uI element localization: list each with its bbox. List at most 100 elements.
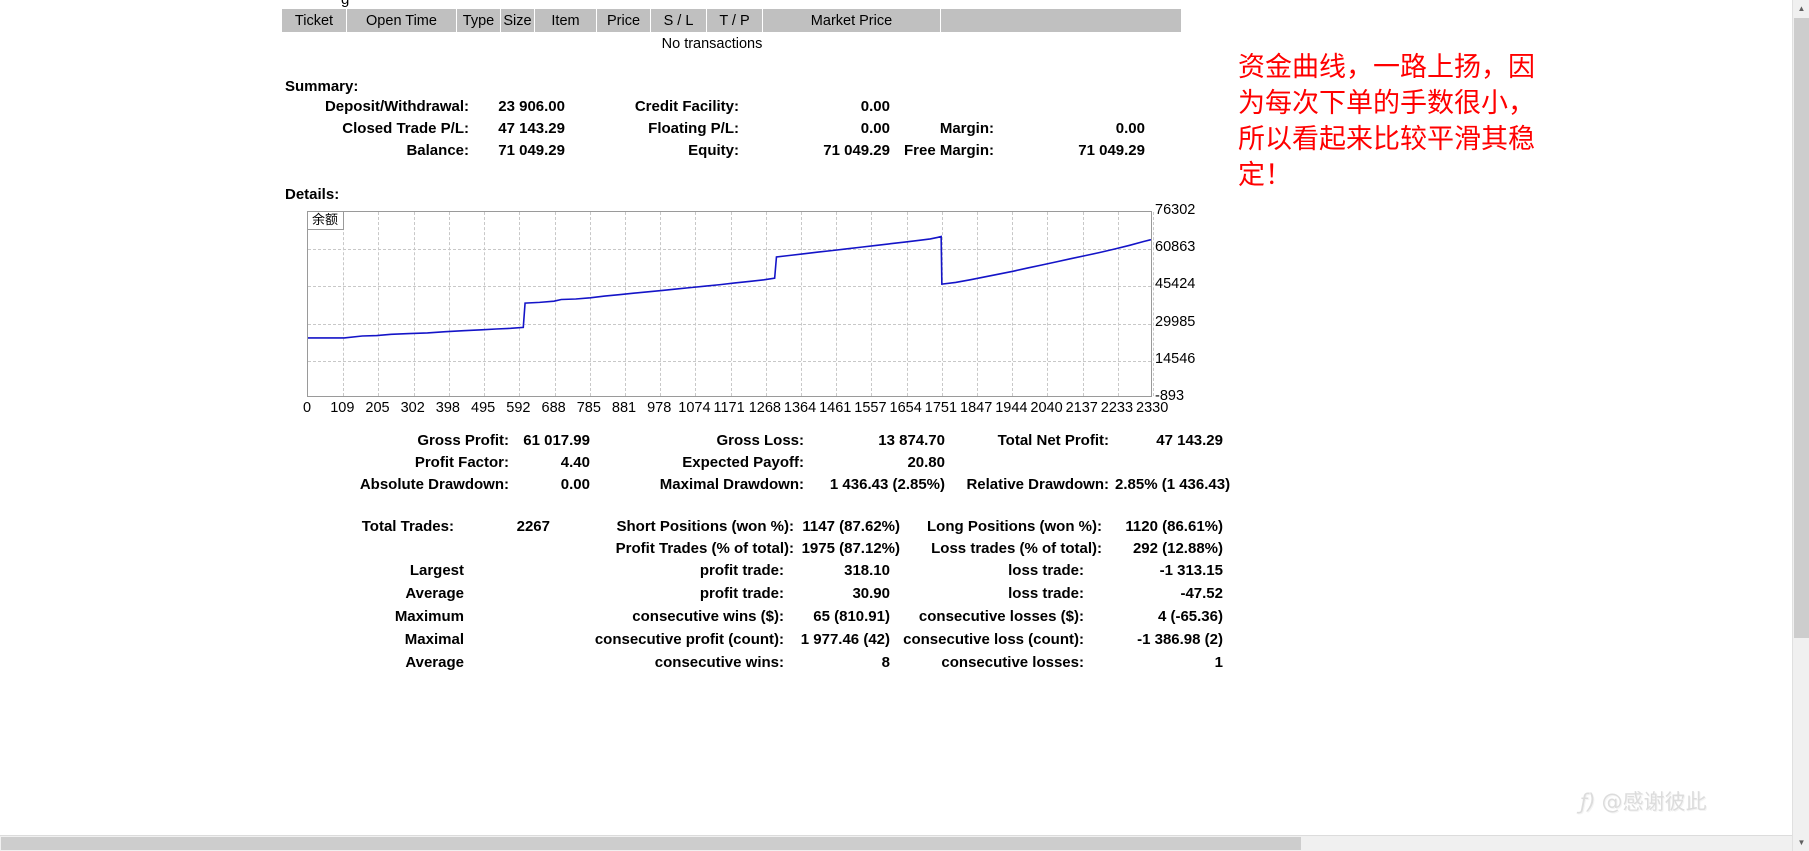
summary-label — [890, 98, 1000, 116]
clipped-text-fragment: g — [341, 0, 349, 8]
stat-label: consecutive wins: — [654, 654, 784, 671]
stat-value: 2.85% (1 436.43) — [1115, 476, 1231, 493]
summary-value: 0.00 — [860, 98, 890, 115]
stat-row-label: Maximal — [404, 631, 464, 648]
chart-x-tick-label: 0 — [303, 400, 312, 416]
stat-row-label: Average — [405, 585, 464, 602]
annotation-line-4: 定！ — [1238, 160, 1292, 191]
stat-label: Maximal Drawdown: — [659, 476, 804, 493]
chart-y-tick-label: 45424 — [1155, 276, 1196, 293]
vertical-scroll-thumb[interactable] — [1794, 18, 1809, 638]
summary-value: 71 049.29 — [823, 142, 890, 159]
chart-y-tick-label: 60863 — [1155, 239, 1196, 256]
transactions-table-header: Ticket Open Time Type Size Item Price S / LT /… — [281, 8, 1223, 33]
stat-label: Gross Loss: — [716, 432, 804, 449]
watermark: ƒ) @感谢彼此 — [1580, 786, 1707, 816]
stat-label: consecutive loss (count): — [903, 631, 1084, 648]
stat-value: 4.40 — [560, 454, 590, 471]
summary-value: 23 906.00 — [498, 98, 565, 115]
chart-x-tick-label: 1944 — [995, 400, 1028, 416]
stat-label: consecutive losses ($): — [918, 608, 1084, 625]
chart-x-tick-label: 398 — [435, 400, 460, 416]
red-annotation-note: 资金曲线，一路上扬，因 为每次下单的手数很小， 所以看起来比较平滑其稳 定！ — [1238, 50, 1578, 194]
stat-label: consecutive profit (count): — [594, 631, 784, 648]
stat-label: consecutive wins ($): — [632, 608, 784, 625]
chart-x-tick-label: 1364 — [783, 400, 817, 416]
stat-value: 13 874.70 — [878, 432, 945, 449]
transactions-col-header[interactable]: Type — [457, 9, 501, 33]
stat-value: 4 (-65.36) — [1157, 608, 1223, 625]
stat-value — [460, 540, 550, 558]
chart-y-tick-label: 76302 — [1155, 202, 1196, 218]
stat-value: 1975 (87.12%) — [801, 540, 900, 557]
transactions-col-header[interactable]: Open Time — [347, 9, 457, 33]
watermark-logo-icon: ƒ) — [1580, 790, 1596, 814]
transactions-col-header[interactable]: T / P — [707, 9, 763, 33]
transactions-col-header[interactable]: Size — [501, 9, 535, 33]
transactions-col-header[interactable] — [941, 9, 1182, 33]
stat-value: 2267 — [516, 518, 550, 535]
stat-value: 318.10 — [844, 562, 890, 579]
chart-x-tick-label: 2137 — [1065, 400, 1098, 416]
scroll-down-icon[interactable]: ▼ — [1793, 834, 1809, 851]
no-transactions-message: No transactions — [661, 36, 763, 52]
table-top-clip — [281, 0, 1223, 6]
summary-value: 71 049.29 — [498, 142, 565, 159]
annotation-line-2: 为每次下单的手数很小， — [1238, 88, 1535, 119]
transactions-col-header[interactable]: Item — [535, 9, 597, 33]
stat-value: 1120 (86.61%) — [1125, 518, 1223, 535]
stat-value: 61 017.99 — [523, 432, 590, 449]
performance-stats-grid: Gross Profit: 61 017.99 Gross Loss: 13 874.… — [330, 432, 1231, 494]
horizontal-scrollbar[interactable] — [0, 835, 1792, 851]
stat-row-label: Maximum — [394, 608, 464, 625]
stat-label: loss trade: — [1008, 562, 1084, 579]
horizontal-scroll-thumb[interactable] — [1, 837, 1301, 850]
stat-label: profit trade: — [699, 562, 784, 579]
summary-label: Closed Trade P/L: — [342, 120, 469, 137]
chart-x-tick-label: 785 — [576, 400, 601, 416]
chart-x-axis: 0 109 205 302 398 495 592 688 785 881 978 1074 1171 1… — [303, 400, 1207, 420]
summary-label: Balance: — [406, 142, 469, 159]
stat-label: Absolute Drawdown: — [359, 476, 509, 493]
summary-label: Margin: — [939, 120, 994, 137]
scroll-up-icon[interactable]: ▲ — [1793, 0, 1809, 17]
stat-label: Relative Drawdown: — [966, 476, 1109, 493]
chart-line-series — [308, 235, 1151, 339]
chart-x-tick-label: 1074 — [678, 400, 711, 416]
chart-x-tick-label: 1557 — [854, 400, 887, 416]
stat-value: 1147 (87.62%) — [802, 518, 900, 535]
annotation-line-3: 所以看起来比较平滑其稳 — [1238, 124, 1535, 155]
stat-label: Short Positions (won %): — [616, 518, 795, 535]
trade-counts-grid: Total Trades: 2267 Short Positions (won %)… — [330, 518, 1223, 558]
balance-chart[interactable]: 余额 — [307, 211, 1154, 397]
transactions-col-header[interactable]: Market Price — [763, 9, 941, 33]
chart-gridline-vertical — [1153, 212, 1154, 396]
stat-value: 30.90 — [852, 585, 890, 602]
transactions-col-header[interactable]: Ticket — [282, 9, 347, 33]
annotation-line-1: 资金曲线，一路上扬，因 — [1238, 52, 1535, 83]
chart-y-tick-label: 29985 — [1155, 313, 1196, 330]
summary-value: 0.00 — [860, 120, 890, 137]
chart-x-tick-label: 978 — [647, 400, 672, 416]
stat-value: -1 313.15 — [1159, 562, 1223, 579]
stat-label — [945, 454, 1115, 472]
chart-x-tick-label: 302 — [400, 400, 425, 416]
summary-value: 0.00 — [1115, 120, 1145, 137]
summary-grid: Deposit/Withdrawal: 23 906.00 Credit Facil… — [285, 98, 1223, 160]
stat-label: Profit Factor: — [414, 454, 509, 471]
stat-value: 1 — [1214, 654, 1223, 671]
transactions-col-header[interactable]: Price — [597, 9, 651, 33]
vertical-scrollbar[interactable]: ▲ ▼ — [1792, 0, 1809, 851]
stat-value: 8 — [881, 654, 890, 671]
transactions-col-header[interactable]: S / L — [651, 9, 707, 33]
stat-value: 20.80 — [907, 454, 945, 471]
summary-label: Credit Facility: — [634, 98, 739, 115]
stat-label: loss trade: — [1008, 585, 1084, 602]
chart-x-tick-label: 2233 — [1100, 400, 1134, 416]
stat-label: consecutive losses: — [941, 654, 1084, 671]
stat-value: 292 (12.88%) — [1132, 540, 1223, 557]
summary-value: 71 049.29 — [1078, 142, 1145, 159]
stat-value: -1 386.98 (2) — [1137, 631, 1223, 648]
